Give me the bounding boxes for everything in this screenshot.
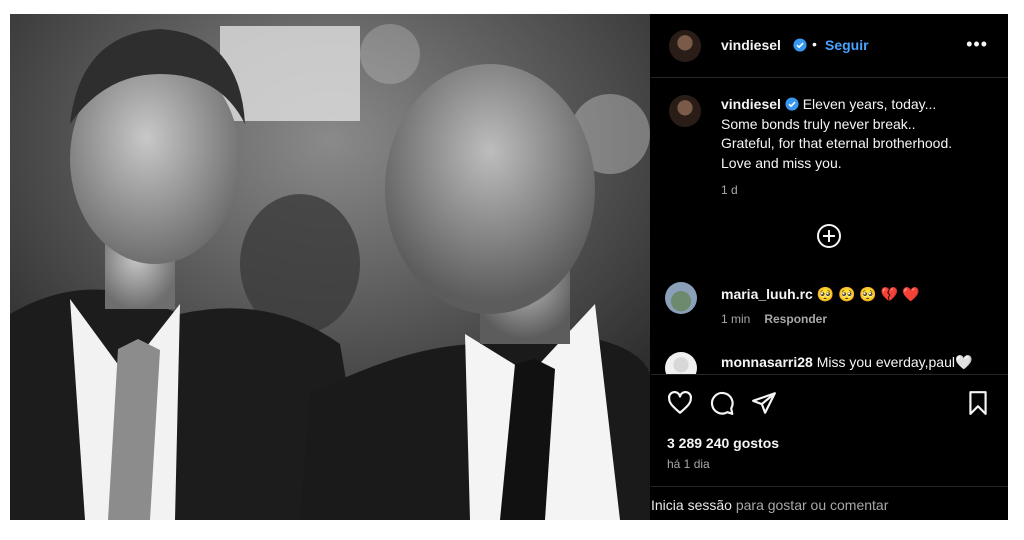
post-side-panel: vindiesel • Seguir ••• vindiesel Eleven … — [651, 14, 1008, 520]
comment-item: maria_luuh.rc 🥺 🥺 🥺 💔 ❤️ 1 min Responder — [665, 282, 995, 332]
commenter-avatar[interactable] — [665, 352, 697, 374]
post-time: há 1 dia — [667, 457, 710, 471]
comment-time: 1 min — [721, 312, 751, 326]
caption-line: Love and miss you. — [721, 154, 842, 171]
caption-avatar[interactable] — [669, 95, 701, 127]
login-link[interactable]: Inicia sessão — [651, 497, 732, 513]
likes-count[interactable]: 3 289 240 gostos — [667, 435, 779, 451]
verified-badge-icon — [793, 38, 807, 52]
comment-item: monnasarri28 Miss you everday,paul🤍 — [665, 352, 995, 374]
comment-text: 🥺 🥺 🥺 💔 ❤️ — [816, 286, 920, 302]
more-options-icon[interactable]: ••• — [966, 34, 988, 55]
author-avatar[interactable] — [669, 30, 701, 62]
post-modal: vindiesel • Seguir ••• vindiesel Eleven … — [10, 14, 1008, 520]
dot-separator: • — [812, 36, 817, 52]
author-username[interactable]: vindiesel — [721, 37, 781, 53]
follow-button[interactable]: Seguir — [825, 37, 869, 53]
post-header: vindiesel • Seguir ••• — [651, 14, 1008, 78]
post-photo[interactable] — [10, 14, 650, 520]
comment-bubble-icon[interactable] — [709, 390, 735, 416]
share-send-icon[interactable] — [751, 390, 777, 416]
comment-text: Miss you everday,paul🤍 — [816, 354, 973, 370]
verified-badge-icon — [785, 97, 799, 111]
commenter-username[interactable]: monnasarri28 — [721, 354, 813, 370]
caption-line: Eleven years, today... — [802, 96, 937, 112]
caption-line: Grateful, for that eternal brotherhood. — [721, 135, 953, 151]
post-caption: vindiesel Eleven years, today... Some bo… — [721, 95, 991, 201]
post-actions: 3 289 240 gostos há 1 dia Inicia sessão … — [651, 374, 1008, 520]
login-prompt: Inicia sessão para gostar ou comentar — [651, 486, 1008, 520]
caption-username[interactable]: vindiesel — [721, 96, 781, 112]
login-prompt-text: para gostar ou comentar — [735, 497, 889, 513]
load-more-comments-icon[interactable] — [816, 223, 842, 249]
reply-button[interactable]: Responder — [764, 312, 827, 326]
caption-time: 1 d — [721, 183, 738, 197]
save-bookmark-icon[interactable] — [965, 390, 991, 416]
photo-illustration — [10, 14, 650, 520]
commenter-avatar[interactable] — [665, 282, 697, 314]
commenter-username[interactable]: maria_luuh.rc — [721, 286, 813, 302]
caption-line: Some bonds truly never break.. — [721, 115, 916, 132]
like-heart-icon[interactable] — [667, 390, 693, 416]
